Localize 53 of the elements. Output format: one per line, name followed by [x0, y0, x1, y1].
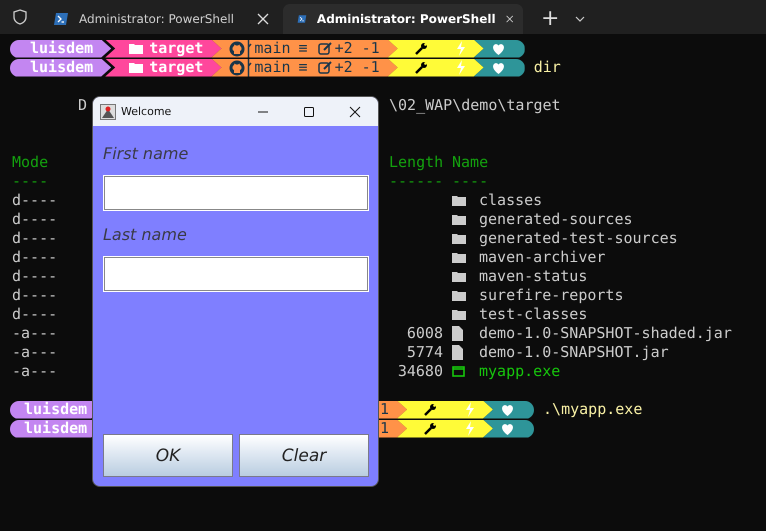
mode-cell: d----: [12, 210, 58, 229]
new-tab-button[interactable]: +: [541, 6, 560, 32]
tab-title: Administrator: PowerShell: [316, 12, 496, 26]
branch-status: ≡: [298, 39, 308, 58]
mode-cell: -a---: [12, 362, 58, 381]
file-name: demo-1.0-SNAPSHOT.jar: [479, 343, 669, 362]
command-text: dir: [534, 58, 561, 77]
column-header: Length: [389, 153, 443, 172]
file-name: maven-archiver: [479, 248, 606, 267]
dialog-title: Welcome: [121, 105, 172, 118]
output-text: \02_WAP\demo\target: [389, 96, 561, 115]
length-cell: 34680: [398, 362, 443, 380]
file-name: generated-test-sources: [479, 229, 678, 248]
file-name: classes: [479, 191, 542, 210]
length-cell: 5774: [406, 343, 443, 361]
header-rule: ----: [12, 172, 48, 191]
file-name: maven-status: [479, 267, 588, 286]
header-rule: ----: [452, 172, 488, 191]
file-name: test-classes: [479, 305, 588, 324]
mode-cell: d----: [12, 248, 58, 267]
prompt-user-segment: luisdem: [10, 40, 112, 58]
terminal-tab[interactable]: Administrator: PowerShell: [39, 4, 279, 34]
branch-status: ≡: [298, 58, 308, 77]
mode-cell: d----: [12, 229, 58, 248]
path-text: target: [149, 39, 204, 58]
header-rule: ------: [389, 172, 443, 191]
git-changes: +2 -1: [334, 39, 380, 58]
mode-cell: d----: [12, 191, 58, 210]
field-label: Last name: [103, 225, 188, 244]
mode-cell: d----: [12, 267, 58, 286]
column-header: Mode: [12, 153, 48, 172]
branch-name: main: [254, 39, 291, 58]
length-cell: 6008: [406, 324, 443, 342]
git-changes: +2 -1: [334, 58, 380, 77]
mode-cell: -a---: [12, 343, 58, 362]
file-name: surefire-reports: [479, 286, 624, 305]
command-text: .\myapp.exe: [543, 400, 642, 419]
file-name: generated-sources: [479, 210, 633, 229]
column-header: Name: [452, 153, 488, 172]
dialog-button[interactable]: Clear: [239, 434, 369, 477]
path-text: target: [149, 58, 204, 77]
mode-cell: -a---: [12, 324, 58, 343]
file-name: myapp.exe: [479, 362, 560, 381]
dialog-button[interactable]: OK: [103, 434, 233, 477]
field-label: First name: [103, 144, 190, 163]
branch-name: main: [254, 58, 291, 77]
file-name: demo-1.0-SNAPSHOT-shaded.jar: [479, 324, 732, 343]
prompt-user-segment: luisdem: [10, 58, 112, 76]
output-text: D: [78, 96, 88, 115]
mode-cell: d----: [12, 286, 58, 305]
tab-title: Administrator: PowerShell: [79, 12, 236, 26]
terminal-tab[interactable]: Administrator: PowerShell: [283, 4, 523, 34]
mode-cell: d----: [12, 305, 58, 324]
